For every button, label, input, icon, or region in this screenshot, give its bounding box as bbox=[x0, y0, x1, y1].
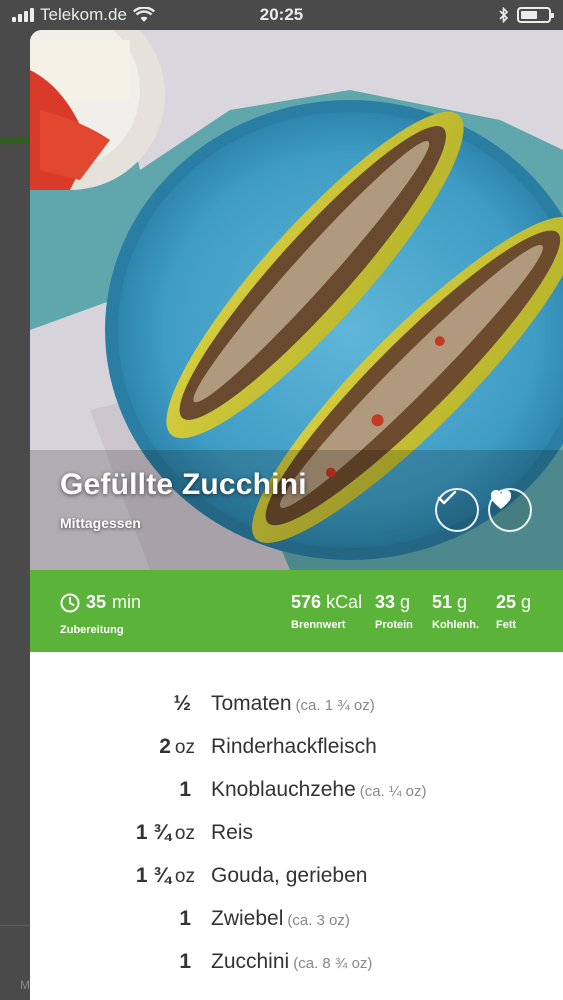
fat-label: Fett bbox=[496, 619, 517, 631]
ingredient-row: 1 Zucchini (ca. 8 ¾ oz) bbox=[30, 950, 563, 993]
ingredient-quantity: 1 bbox=[179, 907, 191, 930]
prep-time-unit: min bbox=[112, 592, 142, 612]
background-partial-text: M bbox=[20, 978, 30, 992]
calories-unit: kCal bbox=[326, 592, 363, 612]
status-bar: Telekom.de 20:25 bbox=[0, 0, 563, 30]
ingredient-quantity: 1 bbox=[179, 778, 191, 801]
calories: 576 kCal Brennwert bbox=[291, 592, 362, 631]
fat-unit: g bbox=[521, 592, 532, 612]
ingredient-name: Tomaten (ca. 1 ¾ oz) bbox=[211, 692, 375, 715]
clock-icon bbox=[60, 593, 80, 612]
status-right bbox=[499, 7, 554, 23]
ingredient-note: (ca. 3 oz) bbox=[287, 912, 350, 929]
prep-time-label: Zubereitung bbox=[60, 623, 124, 636]
carbohydrates: 51 g Kohlenh. bbox=[432, 592, 479, 631]
battery-level bbox=[521, 11, 537, 19]
ingredient-quantity: 1 ¾ oz bbox=[135, 821, 195, 844]
status-left: Telekom.de bbox=[12, 5, 155, 25]
carrier-name: Telekom.de bbox=[40, 5, 127, 24]
protein-value: 33 bbox=[375, 592, 396, 612]
carbs-unit: g bbox=[457, 592, 468, 612]
nutrition-bar: 35 min Zubereitung 576 kCal Brennwert 33… bbox=[30, 570, 563, 652]
background-divider bbox=[0, 925, 30, 926]
ingredient-quantity: 1 bbox=[179, 950, 191, 973]
protein: 33 g Protein bbox=[375, 592, 413, 631]
ingredient-name: Zucchini (ca. 8 ¾ oz) bbox=[211, 950, 373, 973]
ingredient-note: (ca. 1 ¾ oz) bbox=[295, 697, 375, 714]
mark-cooked-button[interactable] bbox=[435, 488, 479, 532]
recipe-category: Mittagessen bbox=[60, 515, 141, 531]
ingredient-quantity: 1 ¾ oz bbox=[135, 864, 195, 887]
protein-unit: g bbox=[400, 592, 411, 612]
recipe-hero-image: Gefüllte Zucchini Mittagessen bbox=[30, 30, 563, 570]
wifi-icon bbox=[132, 7, 155, 22]
calories-value: 576 bbox=[291, 592, 322, 612]
fat-value: 25 bbox=[496, 592, 517, 612]
ingredient-name: Rinderhackfleisch bbox=[211, 735, 377, 758]
ingredient-list: ½ Tomaten (ca. 1 ¾ oz) 2 oz Rinderhackflei… bbox=[30, 652, 563, 993]
recipe-sheet: Gefüllte Zucchini Mittagessen 35 min Zub… bbox=[30, 30, 563, 1000]
ingredient-row: 2 oz Rinderhackfleisch bbox=[30, 735, 563, 778]
bluetooth-icon bbox=[499, 7, 509, 23]
ingredient-name: Knoblauchzehe (ca. ¼ oz) bbox=[211, 778, 427, 801]
signal-icon bbox=[12, 8, 34, 22]
ingredient-name: Gouda, gerieben bbox=[211, 864, 368, 887]
carbs-value: 51 bbox=[432, 592, 453, 612]
protein-label: Protein bbox=[375, 619, 413, 631]
ingredient-row: 1 Zwiebel (ca. 3 oz) bbox=[30, 907, 563, 950]
carbs-label: Kohlenh. bbox=[432, 619, 480, 631]
recipe-title: Gefüllte Zucchini bbox=[60, 468, 307, 501]
ingredient-row: 1 Knoblauchzehe (ca. ¼ oz) bbox=[30, 778, 563, 821]
battery-icon bbox=[517, 7, 554, 23]
calories-label: Brennwert bbox=[291, 619, 346, 631]
ingredient-row: 1 ¾ oz Reis bbox=[30, 821, 563, 864]
prep-time: 35 min Zubereitung bbox=[60, 592, 141, 636]
ingredient-name: Zwiebel (ca. 3 oz) bbox=[211, 907, 350, 930]
ingredient-name: Reis bbox=[211, 821, 254, 844]
ingredient-row: ½ Tomaten (ca. 1 ¾ oz) bbox=[30, 692, 563, 735]
ingredient-quantity: ½ bbox=[173, 692, 191, 715]
fat: 25 g Fett bbox=[496, 592, 531, 631]
ingredient-row: 1 ¾ oz Gouda, gerieben bbox=[30, 864, 563, 907]
check-icon bbox=[437, 490, 457, 505]
favorite-button[interactable] bbox=[488, 488, 532, 532]
ingredient-quantity: 2 oz bbox=[159, 735, 195, 758]
prep-time-value: 35 bbox=[86, 592, 107, 612]
ingredient-note: (ca. 8 ¾ oz) bbox=[293, 955, 373, 972]
heart-icon bbox=[490, 490, 512, 509]
ingredient-note: (ca. ¼ oz) bbox=[359, 783, 427, 800]
